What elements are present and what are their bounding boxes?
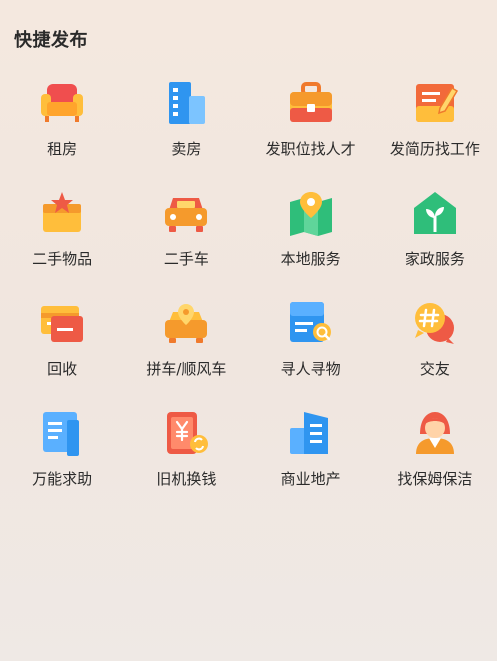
- quick-item-lost-found[interactable]: 寻人寻物: [249, 298, 373, 408]
- map-pin-icon: [286, 188, 336, 238]
- quick-item-rent[interactable]: 租房: [0, 78, 124, 188]
- quick-item-carpool[interactable]: 拼车/顺风车: [124, 298, 248, 408]
- quick-item-second-hand-goods[interactable]: 二手物品: [0, 188, 124, 298]
- car-icon: [161, 188, 211, 238]
- quick-item-help[interactable]: 万能求助: [0, 408, 124, 518]
- quick-item-label: 二手物品: [32, 250, 93, 268]
- car-pin-icon: [161, 298, 211, 348]
- quick-item-post-resume[interactable]: 发简历找工作: [373, 78, 497, 188]
- quick-item-friends[interactable]: 交友: [373, 298, 497, 408]
- quick-item-label: 租房: [47, 140, 78, 158]
- quick-item-nanny-cleaning[interactable]: 找保姆保洁: [373, 408, 497, 518]
- quick-item-used-car[interactable]: 二手车: [124, 188, 248, 298]
- recycle-card-icon: [37, 298, 87, 348]
- quick-item-housekeeping[interactable]: 家政服务: [373, 188, 497, 298]
- quick-item-label: 旧机换钱: [156, 470, 217, 488]
- resume-pencil-icon: [410, 78, 460, 128]
- quick-item-label: 本地服务: [280, 250, 341, 268]
- quick-item-local-service[interactable]: 本地服务: [249, 188, 373, 298]
- briefcase-icon: [286, 78, 336, 128]
- house-sprout-icon: [410, 188, 460, 238]
- quick-item-label: 找保姆保洁: [397, 470, 473, 488]
- quick-item-label: 卖房: [171, 140, 202, 158]
- quick-item-label: 回收: [47, 360, 78, 378]
- quick-item-label: 交友: [419, 360, 450, 378]
- quick-item-label: 家政服务: [404, 250, 465, 268]
- office-buildings-icon: [286, 408, 336, 458]
- armchair-icon: [37, 78, 87, 128]
- hashtag-chat-icon: [410, 298, 460, 348]
- help-document-icon: [37, 408, 87, 458]
- quick-publish-grid: 租房 卖房 发职位找人才 发简历找工作 二手物品 二手车 本地服务 家政服务 回…: [0, 78, 497, 518]
- search-document-icon: [286, 298, 336, 348]
- quick-item-trade-in[interactable]: 旧机换钱: [124, 408, 248, 518]
- quick-item-label: 万能求助: [32, 470, 93, 488]
- quick-item-post-job[interactable]: 发职位找人才: [249, 78, 373, 188]
- quick-item-recycle[interactable]: 回收: [0, 298, 124, 408]
- quick-item-sell-house[interactable]: 卖房: [124, 78, 248, 188]
- quick-item-label: 发简历找工作: [389, 140, 480, 158]
- quick-item-label: 商业地产: [280, 470, 341, 488]
- nanny-icon: [410, 408, 460, 458]
- quick-item-label: 发职位找人才: [265, 140, 356, 158]
- star-box-icon: [37, 188, 87, 238]
- quick-item-label: 二手车: [163, 250, 209, 268]
- quick-item-label: 拼车/顺风车: [146, 360, 227, 378]
- section-title: 快捷发布: [14, 30, 88, 51]
- quick-item-commercial-property[interactable]: 商业地产: [249, 408, 373, 518]
- phone-exchange-icon: [161, 408, 211, 458]
- quick-item-label: 寻人寻物: [280, 360, 341, 378]
- building-icon: [161, 78, 211, 128]
